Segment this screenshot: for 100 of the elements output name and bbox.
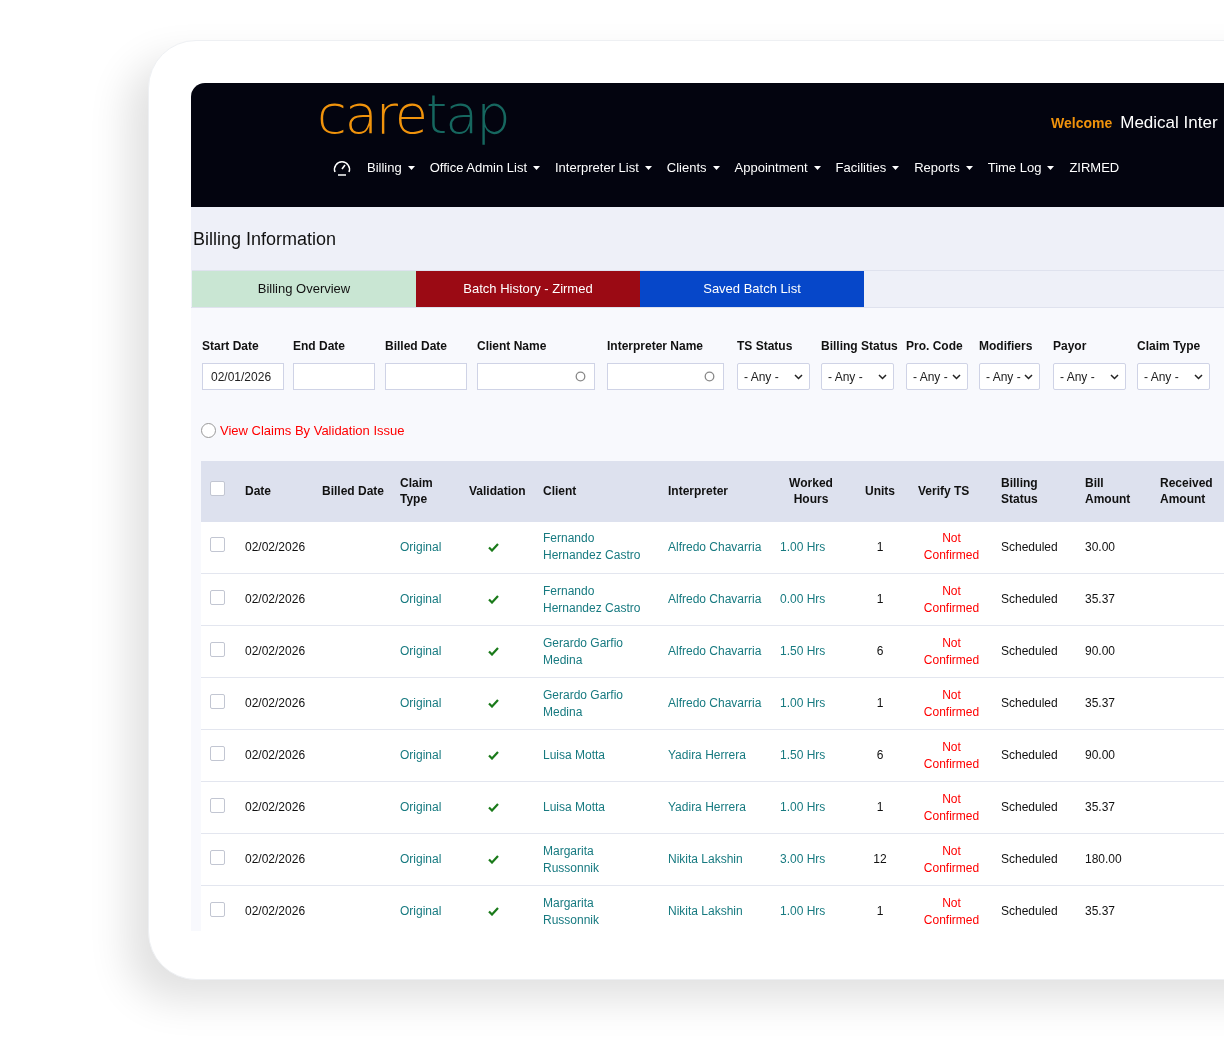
client-link[interactable]: Fernando Hernandez Castro <box>543 530 652 565</box>
date-field[interactable] <box>293 363 375 390</box>
user-name: Medical Inter <box>1120 112 1218 134</box>
nav-menu-item[interactable]: Reports <box>914 158 973 178</box>
radio-button[interactable] <box>201 423 216 439</box>
checkbox[interactable] <box>210 901 225 917</box>
client-link[interactable]: Luisa Motta <box>543 747 652 764</box>
worked-hours-cell: 1.00 Hrs <box>780 904 826 918</box>
interpreter-link[interactable]: Alfredo Chavarria <box>668 696 762 710</box>
column-header: Received Amount <box>1160 476 1213 506</box>
units-cell: 12 <box>873 852 887 866</box>
claim-type-cell: Original <box>400 748 442 762</box>
interpreter-link[interactable]: Yadira Herrera <box>668 800 746 814</box>
verify-ts-status: Not Confirmed <box>922 790 981 825</box>
bill-amount-cell: 30.00 <box>1085 539 1116 554</box>
filter-label: Interpreter Name <box>607 338 705 355</box>
select-dropdown[interactable]: - Any - <box>906 363 968 390</box>
tab[interactable]: Billing Overview <box>192 271 416 307</box>
checkbox[interactable] <box>210 537 225 553</box>
validation-filter-link[interactable]: View Claims By Validation Issue <box>220 421 405 441</box>
nav-menu-item[interactable]: Interpreter List <box>555 158 652 178</box>
interpreter-link[interactable]: Nikita Lakshin <box>668 904 743 918</box>
caret-icon <box>712 166 720 170</box>
nav-menu-item[interactable]: Facilities <box>835 158 900 178</box>
nav-menu-item[interactable]: Clients <box>666 158 720 178</box>
nav-menu-item[interactable]: ZIRMED <box>1069 158 1120 178</box>
circle-icon <box>575 371 586 382</box>
filter-label: Modifiers <box>979 338 1034 355</box>
search-field[interactable] <box>477 363 595 390</box>
billing-status-cell: Scheduled <box>1001 539 1058 554</box>
units-cell: 6 <box>876 748 884 762</box>
bill-amount-cell: 180.00 <box>1085 852 1122 866</box>
select-dropdown[interactable]: - Any - <box>1137 363 1210 390</box>
units-cell: 1 <box>876 904 884 918</box>
column-header: Worked Hours <box>789 476 833 506</box>
claim-type-cell: Original <box>400 696 442 710</box>
billing-status-cell: Scheduled <box>1001 748 1058 762</box>
interpreter-link[interactable]: Nikita Lakshin <box>668 852 743 866</box>
tab[interactable]: Saved Batch List <box>640 271 864 307</box>
chevron-icon <box>878 373 887 380</box>
checkbox[interactable] <box>210 849 225 865</box>
search-field[interactable] <box>607 363 724 390</box>
filter-label: Pro. Code <box>906 338 964 355</box>
billing-status-cell: Scheduled <box>1001 592 1058 606</box>
column-header: Interpreter <box>668 484 729 498</box>
checkbox[interactable] <box>210 693 225 709</box>
checkbox[interactable] <box>210 745 225 761</box>
select-dropdown[interactable]: - Any - <box>821 363 894 390</box>
select-dropdown[interactable]: - Any - <box>1053 363 1126 390</box>
caret-icon <box>813 166 821 170</box>
dashboard-gauge-icon[interactable] <box>332 158 352 178</box>
date-field[interactable]: 02/01/2026 <box>202 363 284 390</box>
nav-menu-item[interactable]: Time Log <box>987 158 1055 178</box>
interpreter-link[interactable]: Alfredo Chavarria <box>668 539 762 554</box>
interpreter-link[interactable]: Alfredo Chavarria <box>668 592 762 606</box>
nav-menu-item[interactable]: Office Admin List <box>429 158 540 178</box>
bill-amount-cell: 90.00 <box>1085 644 1116 658</box>
column-header: Validation <box>469 484 526 498</box>
claim-type-cell: Original <box>400 644 442 658</box>
billing-status-cell: Scheduled <box>1001 852 1058 866</box>
billing-status-cell: Scheduled <box>1001 644 1058 658</box>
checkbox[interactable] <box>210 481 225 496</box>
checkbox[interactable] <box>210 641 225 657</box>
select-dropdown[interactable]: - Any - <box>737 363 810 390</box>
caret-icon <box>965 166 973 170</box>
checkbox[interactable] <box>210 797 225 813</box>
checkbox[interactable] <box>210 589 225 605</box>
billing-status-cell: Scheduled <box>1001 800 1058 814</box>
column-header: Client <box>543 484 577 498</box>
nav-menu-item[interactable]: Billing <box>367 158 415 178</box>
column-header: Date <box>245 484 271 498</box>
chevron-icon <box>952 373 961 380</box>
filter-label: Claim Type <box>1137 338 1202 355</box>
units-cell: 1 <box>876 696 884 710</box>
client-link[interactable]: Luisa Motta <box>543 799 652 816</box>
verify-ts-status: Not Confirmed <box>922 842 981 877</box>
caret-icon <box>644 166 652 170</box>
client-link[interactable]: Fernando Hernandez Castro <box>543 582 652 617</box>
client-link[interactable]: Margarita Russonnik <box>543 842 652 877</box>
client-link[interactable]: Margarita Russonnik <box>543 894 652 929</box>
filter-label: End Date <box>293 338 346 355</box>
date-cell: 02/02/2026 <box>245 539 306 554</box>
bill-amount-cell: 35.37 <box>1085 800 1116 814</box>
tab[interactable]: Batch History - Zirmed <box>416 271 640 307</box>
claim-type-cell: Original <box>400 800 442 814</box>
interpreter-link[interactable]: Alfredo Chavarria <box>668 644 762 658</box>
billing-status-cell: Scheduled <box>1001 904 1058 918</box>
date-field[interactable] <box>385 363 467 390</box>
interpreter-link[interactable]: Yadira Herrera <box>668 748 746 762</box>
client-link[interactable]: Gerardo Garfio Medina <box>543 686 652 721</box>
bill-amount-cell: 35.37 <box>1085 696 1116 710</box>
worked-hours-cell: 1.00 Hrs <box>780 539 826 554</box>
nav-menu-item[interactable]: Appointment <box>734 158 821 178</box>
date-cell: 02/02/2026 <box>245 800 306 814</box>
client-link[interactable]: Gerardo Garfio Medina <box>543 634 652 669</box>
page-title: Billing Information <box>193 228 338 251</box>
verify-ts-status: Not Confirmed <box>922 530 981 565</box>
select-dropdown[interactable]: - Any - <box>979 363 1040 390</box>
column-header: Billing Status <box>1001 476 1038 506</box>
units-cell: 1 <box>876 539 884 554</box>
